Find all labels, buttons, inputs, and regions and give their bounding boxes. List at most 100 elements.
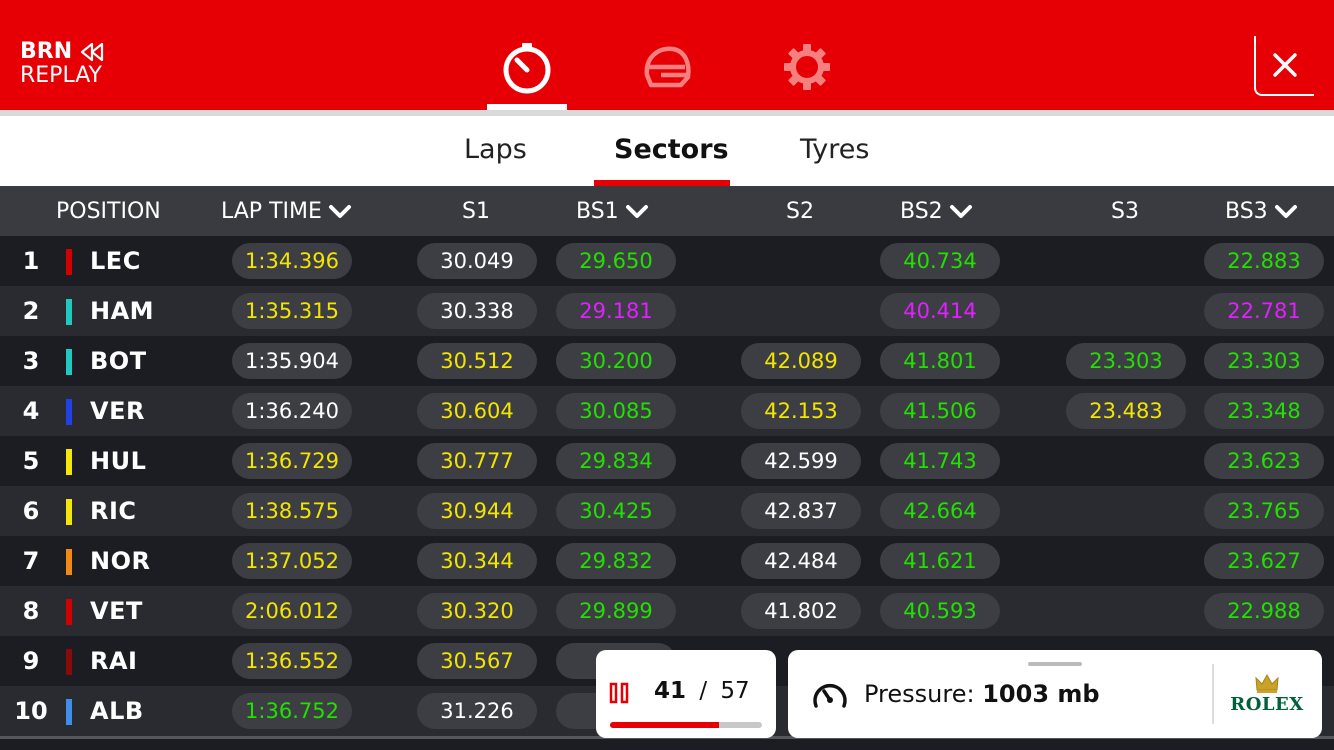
bs2-cell: 41.743 [880, 443, 1000, 479]
tab-sectors[interactable]: Sectors [614, 134, 729, 165]
bs2-cell: 41.801 [880, 343, 1000, 379]
col-s1[interactable]: S1 [462, 199, 490, 224]
chevron-down-icon [328, 204, 351, 218]
s2-cell: 42.484 [741, 543, 861, 579]
col-position[interactable]: POSITION [56, 199, 161, 224]
table-row[interactable]: 8 VET 2:06.012 30.320 29.899 41.802 40.593 22.9… [0, 586, 1334, 636]
nav-settings[interactable] [780, 40, 834, 94]
lap-time-cell: 1:34.396 [232, 243, 352, 279]
driver-code: BOT [90, 347, 147, 375]
table-row[interactable]: 6 RIC 1:38.575 30.944 30.425 42.837 42.664 23.7… [0, 486, 1334, 536]
driver-code: NOR [90, 547, 151, 575]
lap-time-cell: 1:35.904 [232, 343, 352, 379]
lap-progress-bar[interactable] [610, 722, 762, 728]
logo-bottom-text: REPLAY [20, 63, 102, 88]
bs3-cell: 23.348 [1204, 393, 1324, 429]
s1-cell: 30.604 [417, 393, 537, 429]
team-color-bar [66, 399, 72, 425]
lap-time-cell: 1:36.752 [232, 693, 352, 729]
nav-timing[interactable] [500, 40, 554, 94]
table-row[interactable]: 7 NOR 1:37.052 30.344 29.832 42.484 41.621 23.6… [0, 536, 1334, 586]
bs1-cell: 30.200 [556, 343, 676, 379]
driver-code: VER [90, 397, 145, 425]
tab-tyres[interactable]: Tyres [800, 134, 869, 165]
bs3-cell: 23.765 [1204, 493, 1324, 529]
sponsor-name: ROLEX [1230, 694, 1304, 715]
bs1-cell: 29.650 [556, 243, 676, 279]
position-number: 6 [22, 497, 40, 525]
bs1-cell: 29.899 [556, 593, 676, 629]
table-row[interactable]: 3 BOT 1:35.904 30.512 30.200 42.089 41.801 23.3… [0, 336, 1334, 386]
s1-cell: 30.049 [417, 243, 537, 279]
app-logo: BRN REPLAY [20, 40, 106, 88]
s1-cell: 30.944 [417, 493, 537, 529]
bs2-cell: 40.593 [880, 593, 1000, 629]
pause-icon[interactable] [608, 682, 630, 704]
s1-cell: 30.344 [417, 543, 537, 579]
lap-counter: 41 / 57 [596, 650, 776, 738]
table-row[interactable]: 5 HUL 1:36.729 30.777 29.834 42.599 41.743 23.6… [0, 436, 1334, 486]
s2-cell: 42.837 [741, 493, 861, 529]
s2-cell: 42.599 [741, 443, 861, 479]
col-bs1[interactable]: BS1 [576, 199, 649, 224]
bs2-cell: 41.621 [880, 543, 1000, 579]
s1-cell: 30.338 [417, 293, 537, 329]
position-number: 2 [22, 297, 40, 325]
col-lap-time[interactable]: LAP TIME [221, 199, 352, 224]
col-bs3[interactable]: BS3 [1225, 199, 1298, 224]
bs1-cell: 30.085 [556, 393, 676, 429]
position-number: 7 [22, 547, 40, 575]
table-row[interactable]: 4 VER 1:36.240 30.604 30.085 42.153 41.506 23.4… [0, 386, 1334, 436]
sub-tabs: Laps Sectors Tyres [0, 110, 1334, 186]
position-number: 3 [22, 347, 40, 375]
driver-code: RAI [90, 647, 138, 675]
lap-separator: / [699, 678, 708, 704]
s1-cell: 30.320 [417, 593, 537, 629]
close-icon [1273, 53, 1297, 77]
pressure-label: Pressure: [864, 680, 975, 708]
drag-handle[interactable] [1028, 662, 1082, 666]
team-color-bar [66, 249, 72, 275]
col-s3[interactable]: S3 [1111, 199, 1139, 224]
pressure-value: 1003 mb [982, 680, 1100, 708]
team-color-bar [66, 599, 72, 625]
gauge-icon [813, 683, 847, 708]
close-button[interactable] [1254, 36, 1314, 96]
chevron-down-icon [949, 204, 972, 218]
col-bs2[interactable]: BS2 [900, 199, 973, 224]
col-s2[interactable]: S2 [786, 199, 814, 224]
lap-time-cell: 1:36.552 [232, 643, 352, 679]
team-color-bar [66, 649, 72, 675]
chevron-down-icon [625, 204, 648, 218]
s2-cell: 41.802 [741, 593, 861, 629]
current-lap: 41 [654, 678, 687, 704]
lap-time-cell: 1:36.729 [232, 443, 352, 479]
table-row[interactable]: 1 LEC 1:34.396 30.049 29.650 40.734 22.883 [0, 236, 1334, 286]
team-color-bar [66, 449, 72, 475]
lap-time-cell: 2:06.012 [232, 593, 352, 629]
nav-drivers[interactable] [640, 40, 694, 94]
driver-code: LEC [90, 247, 141, 275]
s1-cell: 30.512 [417, 343, 537, 379]
table-row[interactable]: 2 HAM 1:35.315 30.338 29.181 40.414 22.781 [0, 286, 1334, 336]
s1-cell: 30.567 [417, 643, 537, 679]
driver-code: ALB [90, 697, 144, 725]
bs3-cell: 23.303 [1204, 343, 1324, 379]
pressure-readout: Pressure: 1003 mb [864, 680, 1100, 708]
lap-time-cell: 1:35.315 [232, 293, 352, 329]
s3-cell: 23.483 [1066, 393, 1186, 429]
table-bottom-edge [0, 736, 1334, 750]
replay-screen: BRN REPLAY Laps Sectors Tyres POSITION L… [0, 0, 1334, 750]
bs2-cell: 40.414 [880, 293, 1000, 329]
position-number: 8 [22, 597, 40, 625]
chevron-down-icon [1274, 204, 1297, 218]
team-color-bar [66, 349, 72, 375]
rewind-icon [81, 42, 104, 62]
top-bar: BRN REPLAY [0, 0, 1334, 110]
lap-number: 41 / 57 [654, 678, 750, 704]
divider [1212, 664, 1214, 724]
team-color-bar [66, 299, 72, 325]
tab-laps[interactable]: Laps [464, 134, 527, 165]
bs3-cell: 22.781 [1204, 293, 1324, 329]
driver-code: RIC [90, 497, 137, 525]
